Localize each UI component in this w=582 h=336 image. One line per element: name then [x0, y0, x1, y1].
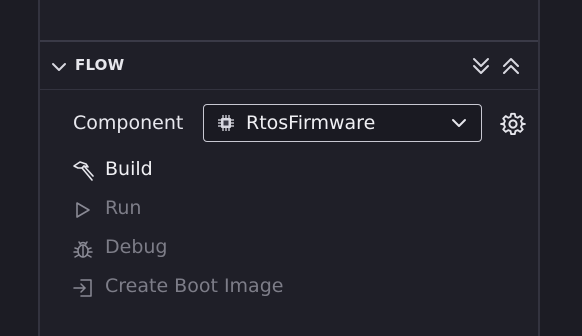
side-panel: FLOW Component RtosFirmware Build Run De… [38, 0, 540, 336]
play-icon [76, 202, 90, 218]
chip-icon [218, 115, 234, 131]
chevron-down-icon [452, 119, 466, 127]
debug-label: Debug [105, 236, 168, 258]
left-gutter [0, 0, 38, 336]
previous-section [40, 0, 538, 42]
component-select-value: RtosFirmware [246, 112, 376, 134]
double-chevron-up-icon[interactable] [500, 55, 522, 77]
create-boot-image-label: Create Boot Image [105, 275, 284, 297]
debug-action[interactable]: Debug [72, 235, 372, 263]
gear-icon[interactable] [500, 111, 526, 137]
component-select[interactable]: RtosFirmware [203, 104, 482, 142]
flow-section-header[interactable]: FLOW [40, 44, 538, 90]
flow-panel-root: FLOW Component RtosFirmware Build Run De… [0, 0, 582, 336]
chevron-down-icon[interactable] [50, 58, 68, 76]
flow-section-title: FLOW [75, 56, 125, 74]
component-label: Component [73, 112, 184, 134]
bug-icon [73, 241, 93, 258]
sign-in-icon [73, 279, 92, 297]
hammer-icon [73, 161, 94, 181]
right-gutter [540, 0, 582, 336]
build-label: Build [105, 158, 153, 180]
create-boot-image-action[interactable]: Create Boot Image [72, 274, 372, 302]
double-chevron-down-icon[interactable] [470, 55, 492, 77]
run-action[interactable]: Run [72, 196, 372, 224]
run-label: Run [105, 197, 142, 219]
build-action[interactable]: Build [72, 157, 372, 185]
